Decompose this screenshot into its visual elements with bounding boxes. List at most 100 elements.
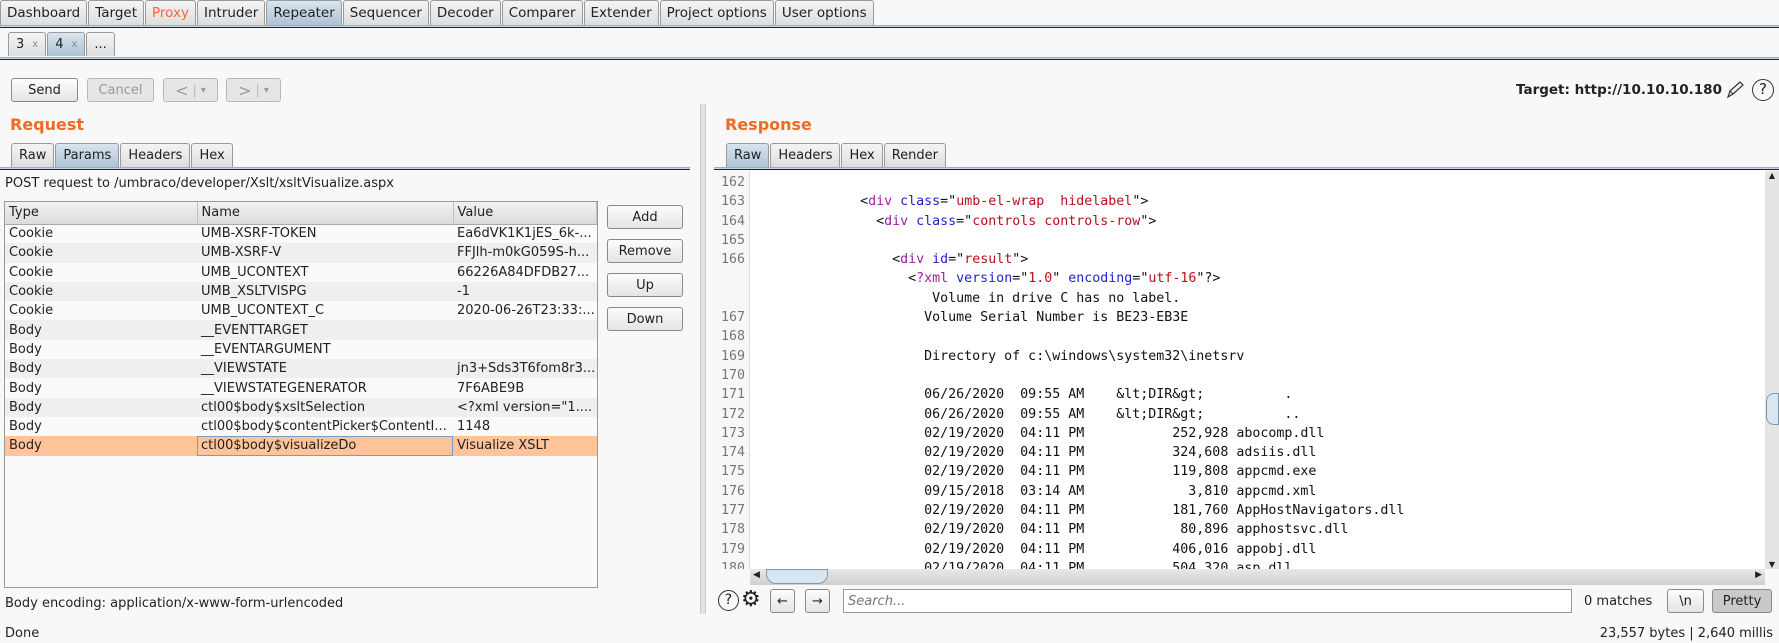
panel-splitter[interactable] <box>700 104 706 614</box>
tab-raw[interactable]: Raw <box>11 143 55 167</box>
param-name[interactable]: __VIEWSTATE <box>197 359 453 379</box>
scroll-left-icon[interactable]: ◀ <box>753 570 760 580</box>
table-row[interactable]: Body __VIEWSTATEGENERATOR 7F6ABE9B <box>5 378 597 397</box>
close-icon[interactable]: x <box>71 39 77 50</box>
param-type[interactable]: Cookie <box>5 281 197 302</box>
table-row[interactable]: Body __VIEWSTATE jn3+Sds3T6fom8r3... <box>5 359 597 379</box>
tab-4[interactable]: 4x <box>47 32 86 56</box>
table-row[interactable]: Cookie UMB_UCONTEXT 66226A84DFDB27... <box>5 263 597 282</box>
pretty-toggle[interactable]: Pretty <box>1712 589 1772 613</box>
help-icon[interactable]: ? <box>1752 79 1774 101</box>
param-name[interactable]: UMB_XSLTVISPG <box>197 281 453 302</box>
up-button[interactable]: Up <box>607 273 683 297</box>
cancel-button[interactable]: Cancel <box>87 78 154 102</box>
vertical-scrollbar[interactable]: ▲ ▼ <box>1765 171 1779 569</box>
param-type[interactable]: Cookie <box>5 243 197 263</box>
param-name[interactable]: UMB-XSRF-V <box>197 243 453 263</box>
tab-sequencer[interactable]: Sequencer <box>342 0 429 25</box>
help-icon[interactable]: ? <box>718 590 739 611</box>
param-value[interactable]: Visualize XSLT <box>453 436 597 456</box>
param-value[interactable]: 66226A84DFDB27... <box>453 263 597 282</box>
tab-headers[interactable]: Headers <box>120 143 191 167</box>
param-value[interactable] <box>453 340 597 359</box>
table-row[interactable]: Body ctl00$body$contentPicker$ContentI...… <box>5 417 597 436</box>
table-row[interactable]: Body __EVENTTARGET <box>5 320 597 340</box>
param-type[interactable]: Body <box>5 378 197 397</box>
param-name[interactable]: __EVENTTARGET <box>197 320 453 340</box>
param-name[interactable]: ctl00$body$visualizeDo <box>197 436 453 456</box>
param-type[interactable]: Body <box>5 340 197 359</box>
tab-comparer[interactable]: Comparer <box>501 0 583 25</box>
tab--[interactable]: ... <box>86 32 115 56</box>
param-value[interactable]: jn3+Sds3T6fom8r3... <box>453 359 597 379</box>
scroll-up-icon[interactable]: ▲ <box>1765 171 1779 180</box>
param-name[interactable]: UMB_UCONTEXT <box>197 263 453 282</box>
tab-params[interactable]: Params <box>55 143 120 167</box>
tab-extender[interactable]: Extender <box>583 0 659 25</box>
tab-proxy[interactable]: Proxy <box>145 0 196 25</box>
param-value[interactable]: FFJlh-m0kG059S-h... <box>453 243 597 263</box>
close-icon[interactable]: x <box>32 39 38 50</box>
search-input[interactable] <box>843 589 1572 613</box>
add-button[interactable]: Add <box>607 205 683 229</box>
tab-repeater[interactable]: Repeater <box>266 0 342 25</box>
gear-icon[interactable]: ⚙ <box>741 587 761 613</box>
param-type[interactable]: Body <box>5 397 197 417</box>
tab-hex[interactable]: Hex <box>191 143 233 167</box>
next-match-button[interactable]: → <box>805 589 830 613</box>
param-value[interactable]: 7F6ABE9B <box>453 378 597 397</box>
tab-decoder[interactable]: Decoder <box>429 0 501 25</box>
param-type[interactable]: Cookie <box>5 263 197 282</box>
table-row[interactable]: Cookie UMB_UCONTEXT_C 2020-06-26T23:33:... <box>5 301 597 320</box>
back-button[interactable]: < | ▾ <box>163 78 218 102</box>
tab-headers[interactable]: Headers <box>770 143 841 167</box>
param-type[interactable]: Cookie <box>5 224 197 243</box>
previous-match-button[interactable]: ← <box>770 589 795 613</box>
tab-render[interactable]: Render <box>883 143 946 167</box>
param-type[interactable]: Body <box>5 436 197 456</box>
tab-3[interactable]: 3x <box>8 32 47 56</box>
param-value[interactable]: 2020-06-26T23:33:... <box>453 301 597 320</box>
tab-intruder[interactable]: Intruder <box>197 0 266 25</box>
send-button[interactable]: Send <box>11 78 78 102</box>
param-type[interactable]: Cookie <box>5 301 197 320</box>
param-name[interactable]: __VIEWSTATEGENERATOR <box>197 378 453 397</box>
param-type[interactable]: Body <box>5 417 197 436</box>
param-name[interactable]: __EVENTARGUMENT <box>197 340 453 359</box>
tab-raw[interactable]: Raw <box>726 143 770 167</box>
scroll-down-icon[interactable]: ▼ <box>1765 560 1779 569</box>
tab-dashboard[interactable]: Dashboard <box>0 0 88 25</box>
table-row[interactable]: Body ctl00$body$xsltSelection <?xml versio… <box>5 397 597 417</box>
column-header-value[interactable]: Value <box>453 202 597 225</box>
param-name[interactable]: UMB_UCONTEXT_C <box>197 301 453 320</box>
param-value[interactable]: Ea6dVK1K1jES_6k-... <box>453 224 597 243</box>
tab-project-options[interactable]: Project options <box>659 0 774 25</box>
horizontal-scrollbar[interactable]: ◀ ▶ <box>750 569 1765 585</box>
param-name[interactable]: ctl00$body$xsltSelection <box>197 397 453 417</box>
down-button[interactable]: Down <box>607 307 683 331</box>
table-row[interactable]: Body __EVENTARGUMENT <box>5 340 597 359</box>
table-row[interactable]: Cookie UMB-XSRF-V FFJlh-m0kG059S-h... <box>5 243 597 263</box>
param-value[interactable]: -1 <box>453 281 597 302</box>
scrollbar-thumb[interactable] <box>1766 393 1779 425</box>
tab-hex[interactable]: Hex <box>841 143 883 167</box>
remove-button[interactable]: Remove <box>607 239 683 263</box>
param-value[interactable]: <?xml version="1.... <box>453 397 597 417</box>
param-type[interactable]: Body <box>5 320 197 340</box>
scroll-right-icon[interactable]: ▶ <box>1755 570 1762 580</box>
scrollbar-thumb[interactable] <box>766 569 828 584</box>
forward-button[interactable]: > | ▾ <box>226 78 281 102</box>
param-type[interactable]: Body <box>5 359 197 379</box>
param-name[interactable]: ctl00$body$contentPicker$ContentI... <box>197 417 453 436</box>
table-row[interactable]: Cookie UMB_XSLTVISPG -1 <box>5 281 597 302</box>
param-value[interactable] <box>453 320 597 340</box>
column-header-type[interactable]: Type <box>5 202 198 225</box>
table-row[interactable]: Body ctl00$body$visualizeDo Visualize XSLT <box>5 436 597 456</box>
tab-target[interactable]: Target <box>88 0 145 25</box>
param-value[interactable]: 1148 <box>453 417 597 436</box>
response-editor[interactable]: 162 163 <div class="umb-el-wrap hidelabe… <box>714 171 1765 569</box>
param-name[interactable]: UMB-XSRF-TOKEN <box>197 224 453 243</box>
pencil-icon[interactable] <box>1725 80 1745 104</box>
table-row[interactable]: Cookie UMB-XSRF-TOKEN Ea6dVK1K1jES_6k-... <box>5 224 597 243</box>
newline-toggle[interactable]: \n <box>1667 589 1704 613</box>
